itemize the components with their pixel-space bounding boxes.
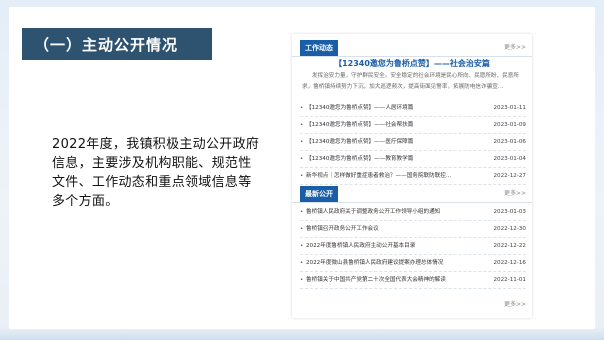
latest-list: • 鲁桥镇人民政府关于调整政务公开工作领导小组的通知 2023-01-03 • 鲁桥镇… bbox=[300, 204, 526, 289]
list-item[interactable]: • 【12340邀您为鲁桥点赞】——医疗保障篇 2023-01-06 bbox=[300, 134, 526, 151]
footer-more-link[interactable]: 更多>> bbox=[504, 299, 526, 308]
tab-work-dynamics[interactable]: 工作动态 bbox=[300, 40, 338, 56]
section-title: （一）主动公开情况 bbox=[34, 36, 179, 54]
list-item[interactable]: • 鲁桥镇关于中国共产党第二十次全国代表大会精神的解读 2022-11-01 bbox=[300, 272, 526, 289]
body-paragraph: 2022年度，我镇积极主动公开政府信息，主要涉及机构职能、规范性文件、工作动态和… bbox=[52, 137, 260, 209]
list-item[interactable]: • 新华视点｜怎样做好重症患者救治？——国务院联防联控... 2022-12-27 bbox=[300, 168, 526, 185]
bullet-icon: • bbox=[300, 173, 304, 179]
bullet-icon: • bbox=[300, 156, 304, 162]
headline-link[interactable]: 【12340邀您为鲁桥点赞】——社会治安篇 bbox=[298, 58, 526, 69]
bullet-icon: • bbox=[300, 105, 304, 111]
list-item[interactable]: • 【12340邀您为鲁桥点赞】——教育教学篇 2023-01-04 bbox=[300, 151, 526, 168]
bullet-icon: • bbox=[300, 122, 304, 128]
website-screenshot-panel: 工作动态 更多>> 【12340邀您为鲁桥点赞】——社会治安篇 发挥治安力量，守… bbox=[292, 34, 532, 318]
work-more-link[interactable]: 更多>> bbox=[504, 42, 526, 51]
work-section-header: 工作动态 更多>> bbox=[292, 38, 532, 57]
work-list: • 【12340邀您为鲁桥点赞】——人居环境篇 2023-01-11 • 【12340… bbox=[300, 100, 526, 185]
bullet-icon: • bbox=[300, 139, 304, 145]
latest-section-header: 最新公开 更多>> bbox=[292, 184, 532, 203]
bullet-icon: • bbox=[300, 226, 304, 232]
list-item[interactable]: • 【12340邀您为鲁桥点赞】——社会帮扶篇 2023-01-09 bbox=[300, 117, 526, 134]
bullet-icon: • bbox=[300, 260, 304, 266]
latest-more-link[interactable]: 更多>> bbox=[504, 188, 526, 197]
bullet-icon: • bbox=[300, 277, 304, 283]
headline-summary: 发挥治安力量，守护群民安全。安全稳定的社会环境是民心所向、民愿所盼、民意所求，鲁… bbox=[302, 73, 519, 90]
tab-latest-public[interactable]: 最新公开 bbox=[300, 186, 338, 202]
slide-bottom-band bbox=[0, 328, 604, 340]
list-item[interactable]: • 2022年度鲁桥镇人民政府主动公开基本目录 2022-12-22 bbox=[300, 238, 526, 255]
list-item[interactable]: • 【12340邀您为鲁桥点赞】——人居环境篇 2023-01-11 bbox=[300, 100, 526, 117]
bullet-icon: • bbox=[300, 209, 304, 215]
list-item[interactable]: • 鲁桥镇人民政府关于调整政务公开工作领导小组的通知 2023-01-03 bbox=[300, 204, 526, 221]
list-item[interactable]: • 2022年度微山县鲁桥镇人民政府建议提案办理总体情况 2022-12-16 bbox=[300, 255, 526, 272]
bullet-icon: • bbox=[300, 243, 304, 249]
list-item[interactable]: • 鲁桥镇召开政务公开工作会议 2022-12-30 bbox=[300, 221, 526, 238]
